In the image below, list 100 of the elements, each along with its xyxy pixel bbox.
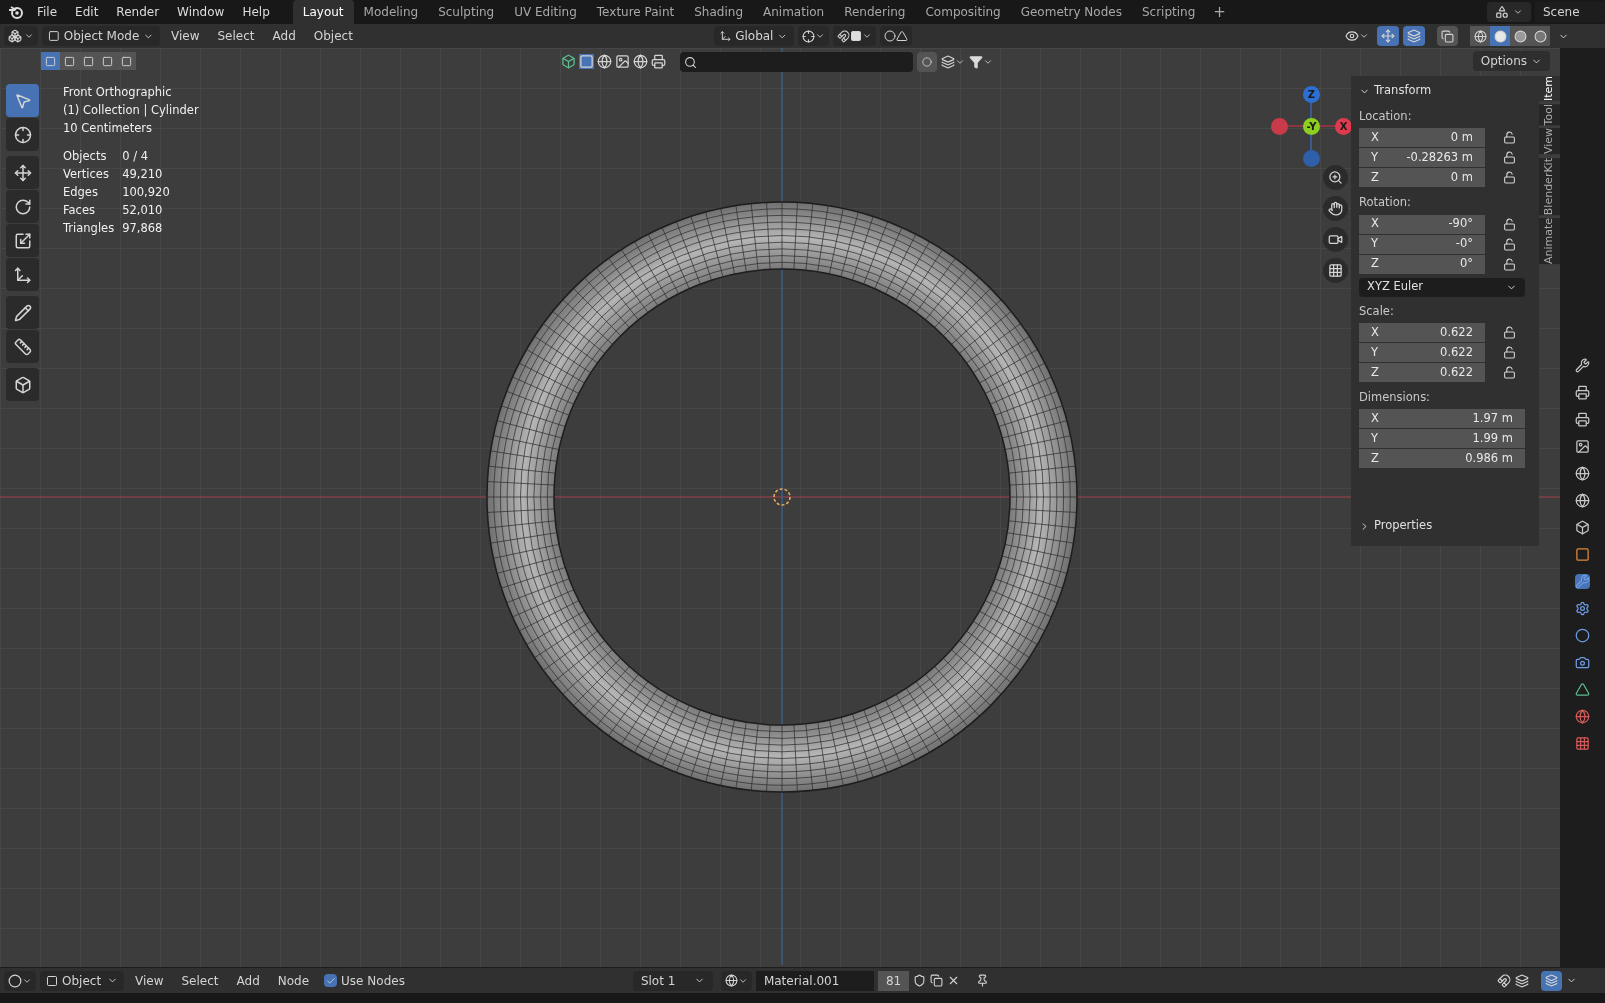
- unlocked-icon[interactable]: [1503, 151, 1516, 165]
- box-icon[interactable]: [1575, 520, 1590, 535]
- material-browse-button[interactable]: [720, 970, 752, 991]
- shading-mode-button[interactable]: [1510, 26, 1530, 46]
- measure-tool-button[interactable]: [6, 330, 39, 363]
- annotate-tool-button[interactable]: [6, 296, 39, 329]
- number-field[interactable]: Y 1.99 m: [1359, 429, 1525, 448]
- globe-icon[interactable]: [633, 54, 648, 69]
- duplicate-icon[interactable]: [930, 974, 944, 987]
- workspace-tab[interactable]: Shading: [684, 0, 753, 24]
- header-menu-item[interactable]: Select: [174, 971, 226, 990]
- number-field[interactable]: Z 0°: [1359, 254, 1485, 274]
- scale-tool-button[interactable]: [6, 224, 39, 257]
- rotate-tool-button[interactable]: [6, 190, 39, 223]
- menu-item[interactable]: Render: [107, 3, 169, 21]
- unlocked-icon[interactable]: [1503, 171, 1516, 185]
- add-workspace-button[interactable]: +: [1205, 0, 1234, 24]
- scene-selector[interactable]: [1487, 2, 1531, 22]
- overlay-button[interactable]: [1403, 26, 1425, 46]
- unlocked-icon[interactable]: [1503, 131, 1516, 145]
- number-field[interactable]: X -90°: [1359, 214, 1485, 234]
- scene-name[interactable]: Scene: [1535, 2, 1605, 22]
- material-name-field[interactable]: Material.001: [755, 970, 874, 991]
- workspace-tab[interactable]: Sculpting: [428, 0, 505, 24]
- header-menu-item[interactable]: Node: [270, 971, 317, 990]
- number-field[interactable]: Z 0.986 m: [1359, 449, 1525, 468]
- number-field[interactable]: Z 0 m: [1359, 168, 1485, 188]
- user-count[interactable]: 81: [877, 970, 910, 991]
- header-menu-item[interactable]: Object: [306, 27, 360, 45]
- shading-mode-button[interactable]: [1490, 26, 1510, 46]
- overlay-button[interactable]: [1541, 970, 1562, 991]
- sidebar-tab[interactable]: Item: [1539, 76, 1560, 102]
- unlocked-icon[interactable]: [1503, 365, 1516, 379]
- editor-type-button[interactable]: [4, 970, 36, 991]
- image-icon[interactable]: [615, 54, 630, 69]
- printer-icon[interactable]: [1575, 412, 1590, 427]
- magnet-icon[interactable]: [1497, 973, 1511, 988]
- gear-icon[interactable]: [1575, 601, 1590, 616]
- menu-item[interactable]: Window: [168, 3, 234, 21]
- workspace-tab[interactable]: UV Editing: [504, 0, 587, 24]
- unlocked-icon[interactable]: [1503, 237, 1516, 251]
- camera-button[interactable]: [1323, 227, 1348, 252]
- zoom-button[interactable]: [1323, 165, 1348, 190]
- pan-button[interactable]: [1323, 196, 1348, 221]
- header-menu-item[interactable]: Add: [229, 971, 267, 990]
- orientation-dropdown[interactable]: Global: [713, 26, 794, 46]
- options-dropdown[interactable]: Options: [1472, 51, 1550, 71]
- sidebar-tab[interactable]: Tool: [1539, 104, 1560, 126]
- sidebar-tab[interactable]: Animate: [1539, 217, 1560, 264]
- xray-button[interactable]: [1437, 26, 1458, 46]
- shield-icon[interactable]: [913, 974, 927, 987]
- sphere-icon[interactable]: [1575, 709, 1590, 724]
- image-icon[interactable]: [1575, 439, 1590, 454]
- menu-item[interactable]: Help: [233, 3, 279, 21]
- rotation-mode-dropdown[interactable]: XYZ Euler: [1359, 277, 1525, 297]
- cursor-tool-button[interactable]: [6, 118, 39, 151]
- slot-dropdown[interactable]: Slot 1: [632, 970, 713, 991]
- workspace-tab[interactable]: Layout: [292, 0, 354, 24]
- workspace-tab[interactable]: Animation: [753, 0, 835, 24]
- square-icon[interactable]: [1575, 547, 1590, 562]
- workspace-tab[interactable]: Rendering: [834, 0, 916, 24]
- wrench-icon[interactable]: [1575, 574, 1590, 589]
- globe-icon[interactable]: [1575, 493, 1590, 508]
- use-nodes-checkbox[interactable]: [324, 974, 338, 987]
- panel-header[interactable]: Transform: [1359, 80, 1531, 102]
- workspace-tab[interactable]: Scripting: [1131, 0, 1206, 24]
- menu-item[interactable]: Edit: [66, 3, 108, 21]
- shading-mode-button[interactable]: [1530, 26, 1550, 46]
- menu-item[interactable]: File: [28, 3, 67, 21]
- filter-curve-button[interactable]: [917, 52, 937, 72]
- selection-mode-button[interactable]: [117, 52, 136, 70]
- number-field[interactable]: Y 0.622: [1359, 342, 1485, 362]
- snap-button[interactable]: [832, 26, 876, 46]
- workspace-tab[interactable]: Compositing: [915, 0, 1011, 24]
- unlocked-icon[interactable]: [1503, 257, 1516, 271]
- header-menu-item[interactable]: Add: [265, 27, 303, 45]
- header-menu-item[interactable]: Select: [210, 27, 262, 45]
- workspace-tab[interactable]: Geometry Nodes: [1010, 0, 1132, 24]
- move-tool-button[interactable]: [6, 156, 39, 189]
- unlocked-icon[interactable]: [1503, 325, 1516, 339]
- header-menu-item[interactable]: View: [164, 27, 207, 45]
- blender-logo-icon[interactable]: [8, 4, 24, 20]
- number-field[interactable]: Y -0.28263 m: [1359, 148, 1485, 168]
- sidebar-tab[interactable]: View: [1539, 128, 1560, 155]
- cube-icon[interactable]: [561, 54, 576, 69]
- number-field[interactable]: Z 0.622: [1359, 362, 1485, 382]
- gizmo-button[interactable]: [1377, 26, 1399, 46]
- header-menu-item[interactable]: View: [128, 971, 171, 990]
- search-field[interactable]: [680, 52, 913, 72]
- layers-icon[interactable]: [1515, 973, 1529, 988]
- pin-icon[interactable]: [976, 974, 990, 987]
- editor-type-button[interactable]: [4, 26, 38, 46]
- checker-icon[interactable]: [1575, 736, 1590, 751]
- grid-view-button[interactable]: [1323, 258, 1348, 283]
- proportional-edit-button[interactable]: [879, 26, 912, 46]
- workspace-tab[interactable]: Texture Paint: [586, 0, 685, 24]
- shader-type-dropdown[interactable]: Object: [40, 970, 124, 991]
- shading-mode-button[interactable]: [1470, 26, 1490, 46]
- number-field[interactable]: X 0.622: [1359, 322, 1485, 342]
- camera-icon[interactable]: [1575, 655, 1590, 670]
